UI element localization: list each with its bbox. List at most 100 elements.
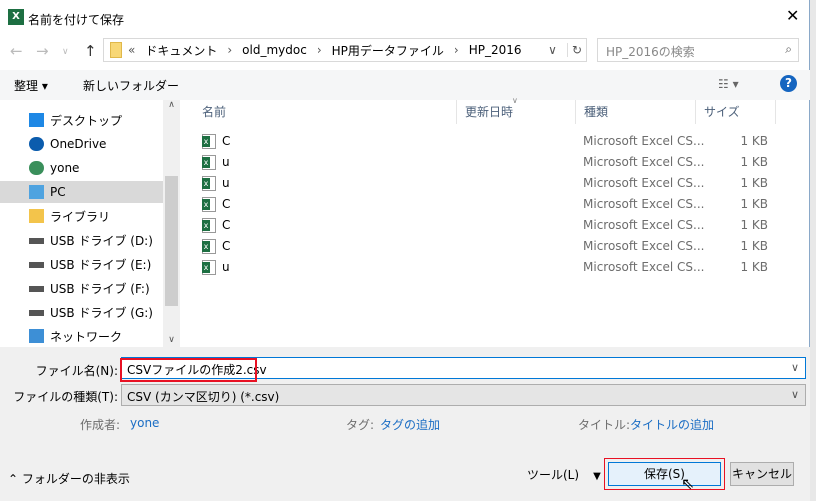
- hide-folders-button[interactable]: ⌃ フォルダーの非表示: [8, 470, 130, 487]
- nav-item-label: ライブラリ: [50, 209, 111, 224]
- file-type: Microsoft Excel CS...: [583, 260, 705, 274]
- view-options-icon[interactable]: ☷ ▾: [718, 77, 739, 91]
- breadcrumb-item[interactable]: HP用データファイル: [332, 42, 444, 59]
- folder-icon: [110, 42, 122, 58]
- file-size: 1 KB: [740, 176, 768, 190]
- up-icon[interactable]: ↑: [84, 42, 97, 60]
- pc-icon: [29, 185, 44, 199]
- filetype-label: ファイルの種類(T):: [13, 390, 118, 404]
- excel-csv-file-icon: [202, 218, 216, 233]
- excel-csv-file-icon: [202, 197, 216, 212]
- file-type: Microsoft Excel CS...: [583, 218, 705, 232]
- file-row[interactable]: C Microsoft Excel CS... 1 KB: [200, 194, 780, 215]
- nav-item[interactable]: PC: [0, 181, 163, 203]
- file-size: 1 KB: [740, 155, 768, 169]
- close-icon[interactable]: ✕: [786, 6, 799, 25]
- nav-item[interactable]: USB ドライブ (G:): [0, 301, 163, 323]
- file-row[interactable]: u Microsoft Excel CS... 1 KB: [200, 257, 780, 278]
- file-name: u: [222, 155, 230, 169]
- tools-button[interactable]: ツール(L) ▼: [527, 466, 601, 483]
- nav-item[interactable]: ライブラリ: [0, 205, 163, 227]
- recent-chevron-icon[interactable]: ∨: [62, 47, 69, 57]
- file-row[interactable]: C Microsoft Excel CS... 1 KB: [200, 215, 780, 236]
- nav-item-label: PC: [50, 185, 66, 199]
- network-icon: [29, 329, 44, 343]
- column-type[interactable]: 種類: [576, 100, 696, 124]
- nav-item-label: USB ドライブ (G:): [50, 305, 153, 320]
- author-value[interactable]: yone: [130, 416, 159, 430]
- cancel-button[interactable]: キャンセル: [730, 462, 794, 486]
- dialog-title: 名前を付けて保存: [28, 13, 125, 27]
- drive-icon: [29, 310, 44, 316]
- filename-label: ファイル名(N):: [35, 364, 118, 378]
- breadcrumb-item[interactable]: HP_2016: [469, 43, 522, 57]
- excel-csv-file-icon: [202, 260, 216, 275]
- filetype-select[interactable]: CSV (カンマ区切り) (*.csv) ∨: [121, 384, 806, 406]
- file-type: Microsoft Excel CS...: [583, 155, 705, 169]
- nav-item-label: yone: [50, 161, 80, 175]
- onedrive-icon: [29, 137, 44, 151]
- nav-item[interactable]: yone: [0, 157, 163, 179]
- nav-item-label: USB ドライブ (E:): [50, 257, 152, 272]
- excel-csv-file-icon: [202, 239, 216, 254]
- title-value[interactable]: タイトルの追加: [630, 416, 714, 433]
- search-input[interactable]: HP_2016の検索 ⌕: [597, 38, 799, 62]
- nav-item[interactable]: デスクトップ: [0, 109, 163, 131]
- nav-item[interactable]: USB ドライブ (F:): [0, 277, 163, 299]
- nav-item[interactable]: ネットワーク: [0, 325, 163, 347]
- excel-csv-file-icon: [202, 134, 216, 149]
- column-size[interactable]: サイズ: [696, 100, 776, 124]
- nav-item[interactable]: USB ドライブ (D:): [0, 229, 163, 251]
- file-type: Microsoft Excel CS...: [583, 197, 705, 211]
- excel-icon: X: [8, 9, 24, 25]
- scrollbar-thumb[interactable]: [165, 176, 178, 306]
- nav-item-label: USB ドライブ (D:): [50, 233, 153, 248]
- organize-button[interactable]: 整理 ▾: [14, 77, 48, 94]
- dropdown-icon: ▼: [593, 471, 601, 482]
- chevron-down-icon: ∨: [790, 361, 799, 374]
- help-icon[interactable]: ?: [780, 75, 797, 92]
- background-window-edge: [810, 0, 816, 501]
- save-button[interactable]: 保存(S): [608, 462, 721, 486]
- file-size: 1 KB: [740, 218, 768, 232]
- new-folder-button[interactable]: 新しいフォルダー: [83, 77, 179, 94]
- breadcrumb-item[interactable]: ドキュメント: [145, 42, 217, 59]
- nav-item-label: デスクトップ: [50, 113, 123, 128]
- breadcrumb-overflow[interactable]: «: [128, 43, 135, 57]
- nav-item-label: OneDrive: [50, 137, 107, 151]
- mouse-cursor-icon: ⇖: [681, 474, 695, 493]
- file-size: 1 KB: [740, 260, 768, 274]
- search-icon: ⌕: [785, 42, 792, 56]
- file-type: Microsoft Excel CS...: [583, 239, 705, 253]
- file-name: C: [222, 218, 231, 232]
- file-row[interactable]: C Microsoft Excel CS... 1 KB: [200, 236, 780, 257]
- file-row[interactable]: C Microsoft Excel CS... 1 KB: [200, 131, 780, 152]
- breadcrumb-item[interactable]: old_mydoc: [242, 43, 307, 57]
- file-name: C: [222, 197, 231, 211]
- address-bar[interactable]: « ドキュメント › old_mydoc › HP用データファイル › HP_2016…: [103, 38, 587, 62]
- drive-icon: [29, 262, 44, 268]
- chevron-down-icon: ∨: [790, 388, 799, 401]
- save-as-dialog: X 名前を付けて保存 ✕ ← → ∨ ↑ « ドキュメント › old_mydoc…: [0, 0, 810, 501]
- nav-item[interactable]: USB ドライブ (E:): [0, 253, 163, 275]
- nav-item[interactable]: OneDrive: [0, 133, 163, 155]
- forward-icon[interactable]: →: [36, 42, 49, 60]
- file-name: u: [222, 260, 230, 274]
- file-row[interactable]: u Microsoft Excel CS... 1 KB: [200, 173, 780, 194]
- file-row[interactable]: u Microsoft Excel CS... 1 KB: [200, 152, 780, 173]
- refresh-icon[interactable]: ↻: [566, 43, 582, 57]
- address-dropdown-icon[interactable]: ∨: [548, 43, 557, 57]
- highlight-box: [120, 358, 257, 382]
- file-name: C: [222, 239, 231, 253]
- sort-chevron-icon: ∨: [512, 96, 518, 105]
- drive-icon: [29, 238, 44, 244]
- file-name: u: [222, 176, 230, 190]
- tag-value[interactable]: タグの追加: [380, 416, 440, 433]
- chevron-up-icon: ⌃: [8, 472, 22, 486]
- title-label: タイトル:: [578, 418, 631, 432]
- file-type: Microsoft Excel CS...: [583, 134, 705, 148]
- excel-csv-file-icon: [202, 176, 216, 191]
- back-icon[interactable]: ←: [10, 42, 23, 60]
- navigation-pane: デスクトップ OneDrive yone PC ライブラリ USB ドライブ (D:) US…: [0, 100, 180, 347]
- column-name[interactable]: 名前: [194, 100, 457, 124]
